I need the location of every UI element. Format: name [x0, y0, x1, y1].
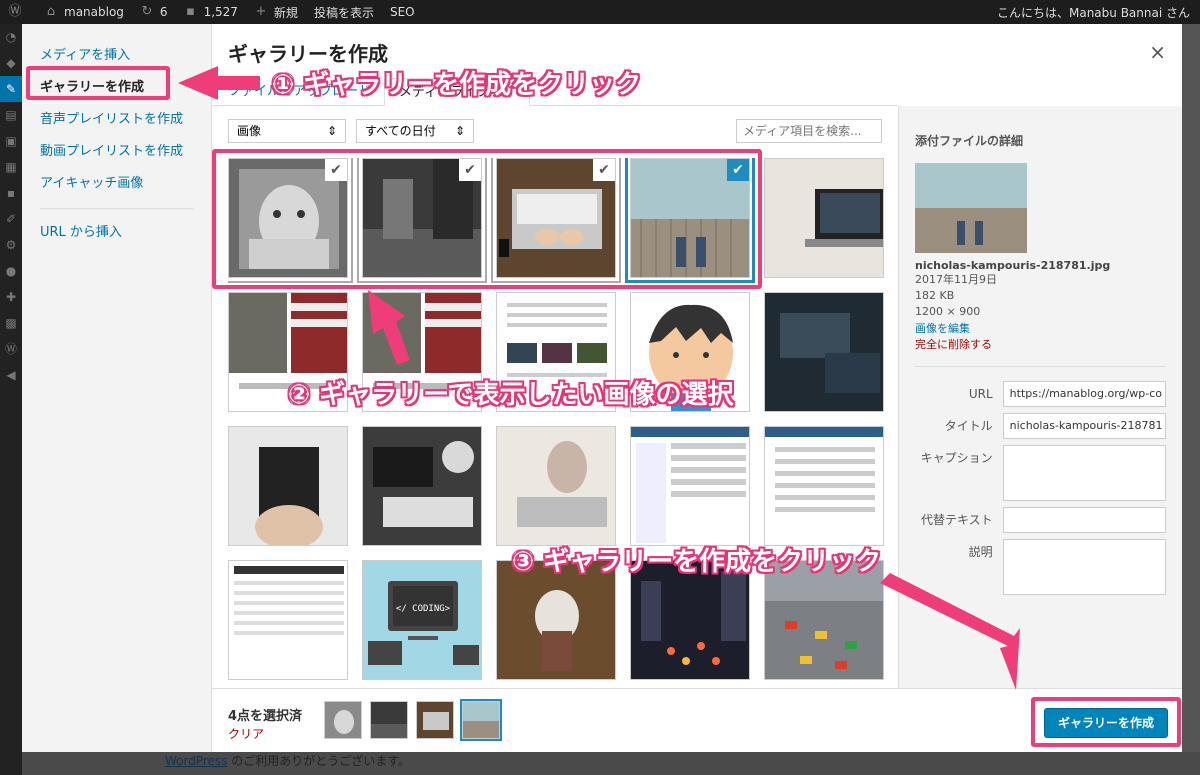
annotation-step-3: ③ ギャラリーを作成をクリック — [512, 547, 882, 577]
annotation-step-1: ① ギャラリーを作成をクリック — [272, 70, 642, 100]
annotation-step-2: ② ギャラリーで表示したい画像の選択 — [288, 380, 734, 410]
